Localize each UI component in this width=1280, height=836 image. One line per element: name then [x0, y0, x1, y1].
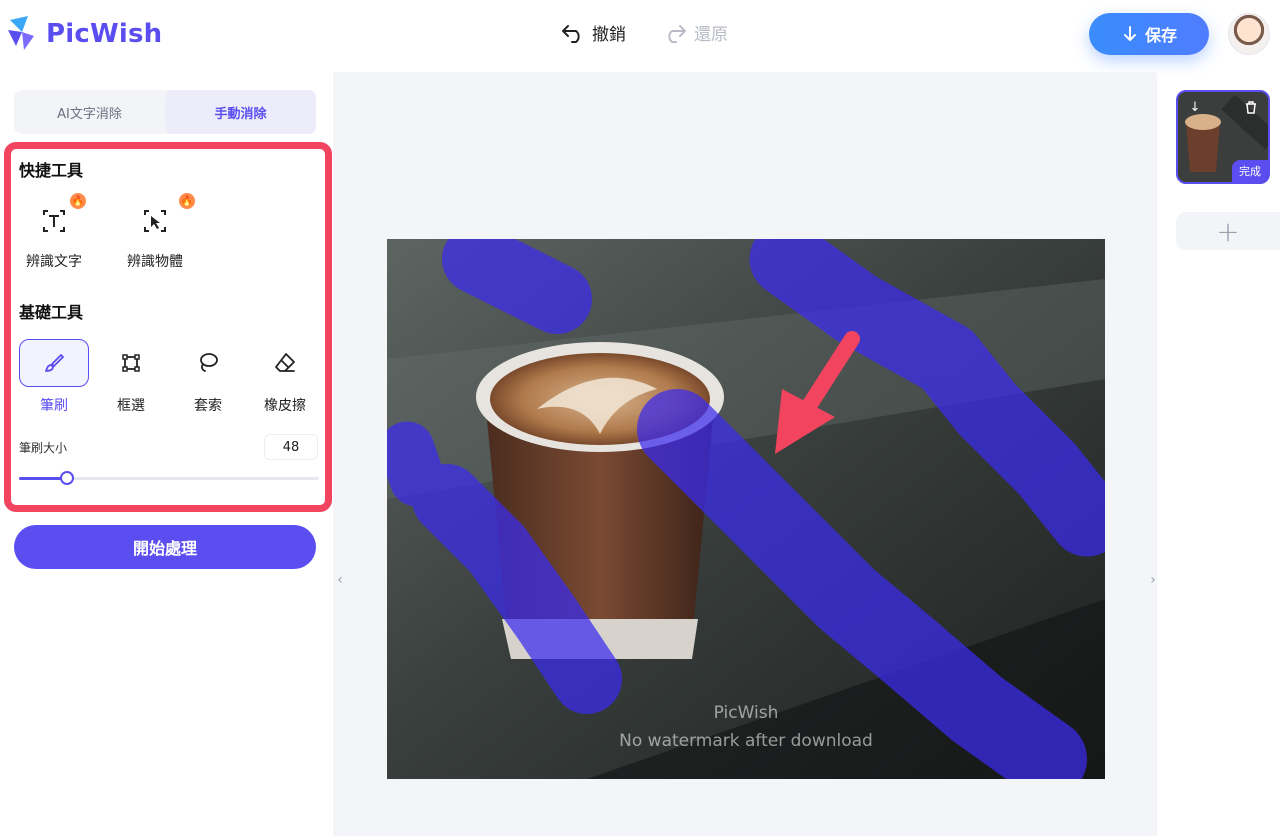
save-label: 保存 [1144, 28, 1177, 45]
basic-tools-title: 基礎工具 [19, 303, 84, 322]
mode-tabs: AI文字消除 手動消除 [14, 90, 316, 134]
tool-lasso[interactable]: 套索 [173, 339, 243, 415]
tool-box-select[interactable]: 框選 [96, 339, 166, 415]
watermark-subtitle: No watermark after download [619, 731, 873, 751]
tools-panel: 快捷工具 🔥 辨識文字 🔥 辨識物體 基礎工具 筆刷 框選 套索 橡皮擦 筆刷大… [4, 142, 332, 512]
prev-image-arrow-icon[interactable]: ‹ [332, 560, 348, 600]
tool-label: 橡皮擦 [264, 398, 306, 414]
user-avatar[interactable] [1228, 13, 1270, 55]
download-arrow-icon [1123, 26, 1136, 41]
tab-ai-text-removal[interactable]: AI文字消除 [14, 90, 165, 134]
text-detect-icon [34, 201, 74, 241]
tool-label: 套索 [194, 398, 222, 414]
hot-badge-icon: 🔥 [70, 193, 86, 209]
redo-button[interactable]: 還原 [662, 20, 728, 45]
app-name: PicWish [46, 19, 163, 49]
image-thumbnail[interactable]: ↓ 完成 [1176, 90, 1270, 184]
redo-icon [668, 24, 686, 43]
quick-tool-text-detect[interactable]: 🔥 辨識文字 [14, 193, 94, 271]
quick-tool-label: 辨識文字 [26, 254, 82, 270]
brush-size-input[interactable]: 48 [264, 434, 318, 460]
tool-brush[interactable]: 筆刷 [19, 339, 89, 415]
tool-label: 筆刷 [40, 398, 68, 414]
undo-label: 撤銷 [592, 25, 626, 45]
tool-label: 框選 [117, 398, 145, 414]
plus-icon: + [1216, 214, 1240, 248]
redo-label: 還原 [694, 25, 728, 45]
logo[interactable]: PicWish [6, 14, 162, 54]
thumbnail-status-badge: 完成 [1232, 160, 1268, 182]
brush-icon [19, 339, 89, 387]
hot-badge-icon: 🔥 [179, 193, 195, 209]
watermark-title: PicWish [713, 703, 779, 723]
save-button[interactable]: 保存 [1089, 13, 1209, 55]
top-bar: PicWish 撤銷 還原 保存 [0, 0, 1280, 70]
start-processing-button[interactable]: 開始處理 [14, 525, 316, 569]
undo-icon [562, 24, 580, 43]
quick-tools-title: 快捷工具 [19, 161, 84, 180]
tab-manual-removal[interactable]: 手動消除 [165, 90, 316, 134]
object-detect-icon [135, 201, 175, 241]
slider-handle[interactable] [60, 471, 74, 485]
edit-image[interactable]: PicWish No watermark after download [387, 239, 1105, 779]
eraser-icon [250, 339, 320, 387]
image-canvas [387, 239, 1105, 779]
trash-icon[interactable] [1242, 98, 1260, 116]
brush-size-label: 筆刷大小 [19, 441, 68, 455]
quick-tool-label: 辨識物體 [127, 254, 183, 270]
lasso-icon [173, 339, 243, 387]
box-select-icon [96, 339, 166, 387]
add-image-button[interactable]: + [1176, 212, 1280, 250]
download-icon[interactable]: ↓ [1186, 98, 1204, 116]
quick-tool-object-detect[interactable]: 🔥 辨識物體 [115, 193, 195, 271]
next-image-arrow-icon[interactable]: › [1145, 560, 1161, 600]
undo-button[interactable]: 撤銷 [560, 20, 626, 45]
picwish-logo-icon [8, 16, 34, 50]
tool-eraser[interactable]: 橡皮擦 [250, 339, 320, 415]
brush-size-slider[interactable] [19, 471, 319, 485]
